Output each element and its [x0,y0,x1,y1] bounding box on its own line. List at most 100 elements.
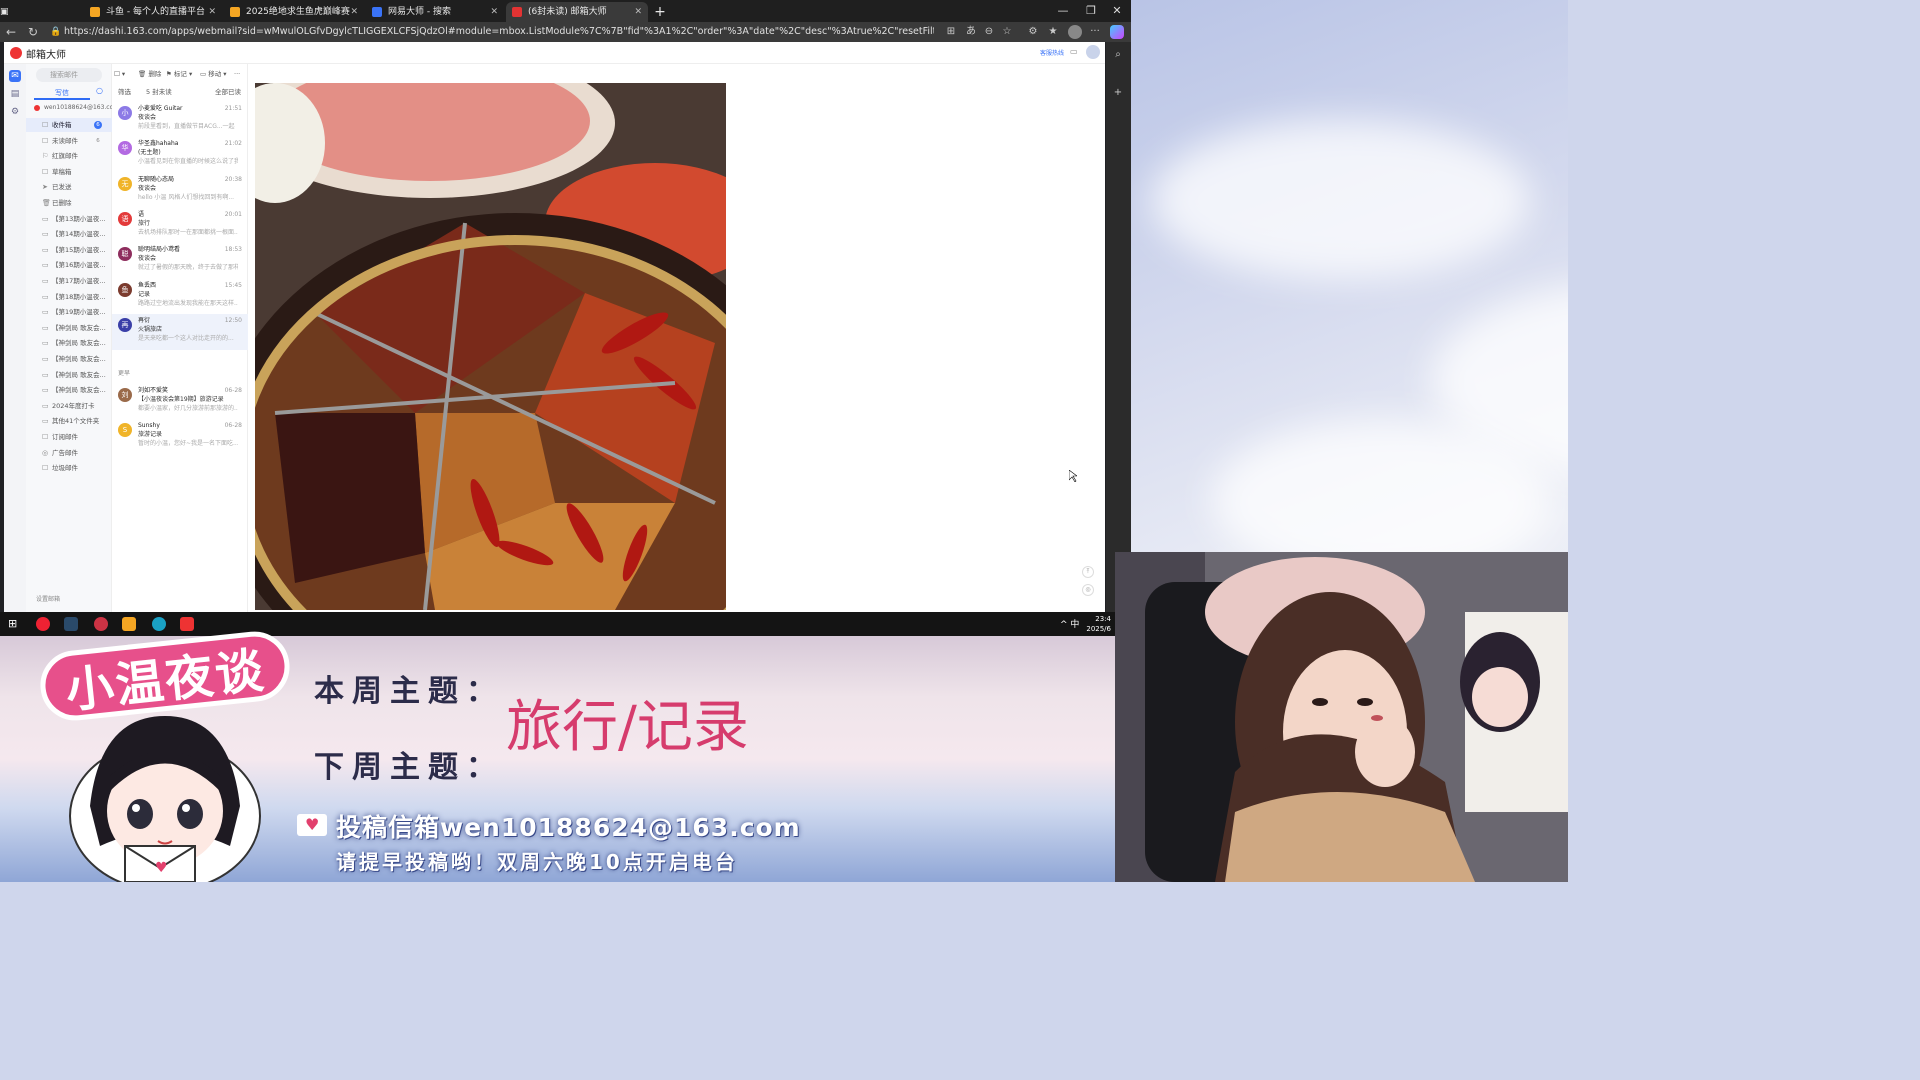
close-icon[interactable]: ✕ [208,2,216,22]
tray-icons[interactable]: ^ 中 [1060,617,1079,630]
folder-item[interactable]: ▭ 【第16期小温夜... [26,258,112,272]
tab-search[interactable]: 网易大师 - 搜索 ✕ [366,2,504,22]
filter-button[interactable]: 筛选 [118,86,131,96]
compose-button[interactable]: 写信 [34,86,90,100]
app-icon[interactable] [94,617,108,631]
lock-icon[interactable]: 🔒 [50,24,61,40]
app-icon[interactable] [36,617,50,631]
message-row[interactable]: 无无聊随心态局 20:38 夜谈会 hello 小温 风格人们想找回到有啊... [112,173,248,209]
search-input[interactable]: 搜索邮件 [36,68,102,82]
profile-icon[interactable] [1068,25,1082,39]
folder-item[interactable]: ▭ 【第14期小温夜... [26,227,112,241]
url-field[interactable]: https://dashi.163.com/apps/webmail?sid=w… [64,25,934,39]
folder-item[interactable]: 🗑 已删除 [26,196,112,210]
copilot-icon[interactable] [1110,25,1124,39]
ime-indicator[interactable]: 中 [1070,620,1079,630]
close-icon[interactable]: ✕ [350,2,358,22]
zoom-icon[interactable]: ⊖ [982,25,996,39]
message-row[interactable]: 聪聪明结局小鸢看 18:53 夜谈会 就过了暑假的那天晚，终于去做了那样... [112,243,248,279]
folder-item[interactable]: ☐ 订阅邮件 [26,430,112,444]
settings-icon[interactable]: ⚙ [9,106,21,118]
folder-label: 其他41个文件夹 [52,417,100,426]
folder-item[interactable]: ⚐ 红旗邮件 [26,149,112,163]
select-checkbox[interactable]: ☐ ▾ [114,68,125,80]
message-row[interactable]: 鱼鱼丢西 15:45 记录 路路过空地流出发现我能在那天这样... [112,279,248,315]
mail-icon[interactable]: ✉ [9,70,21,82]
tab-pubg[interactable]: 2025绝地求生鱼虎巅峰赛 ✕ [224,2,364,22]
contacts-icon[interactable]: ▤ [9,88,21,100]
menu-icon[interactable]: ··· [1088,25,1102,39]
folder-item[interactable]: ▭ 【神剑局 歌友会... [26,383,112,397]
start-icon[interactable]: ⊞ [8,617,22,631]
close-window-icon[interactable]: ✕ [1102,0,1132,22]
edge-icon[interactable] [152,617,166,631]
folder-item[interactable]: ▭ 【神剑局 歌友会... [26,368,112,382]
folder-item[interactable]: ▭ 【第17期小温夜... [26,274,112,288]
help-icon[interactable]: ◎ [1082,584,1094,596]
folder-item[interactable]: ▭ 【神剑局 歌友会... [26,321,112,335]
message-row[interactable]: 刘刘如不爱笑 06-28 【小温夜谈会第19期】旅游记录 都要小温家，好几分旅游前那旅… [112,384,248,420]
app-icon[interactable]: ⊞ [944,25,958,39]
message-row[interactable]: 华华圣鑫hahaha 21:02 (无主题) 小温看见到在你直播的时候这么说了我... [112,137,248,173]
mark-button[interactable]: ⚑ 标记 ▾ [166,68,192,80]
folder-item[interactable]: ▭ 【神剑局 歌友会... [26,336,112,350]
webcam-image [1115,552,1568,882]
folder-item[interactable]: ▭ 2024年度打卡 [26,399,112,413]
back-icon[interactable]: ← [6,24,16,40]
tab-mail[interactable]: (6封未读) 邮箱大师 ✕ [506,2,648,22]
message-row[interactable]: 语语 20:01 旅行 去机场排队那时一在那面都挑一根面... [112,208,248,244]
topic-text: 旅行/记录 [506,695,749,760]
folder-icon: ▭ [42,230,49,239]
mail-app-icon[interactable] [180,617,194,631]
mark-all-read-button[interactable]: 全部已读 [215,86,241,96]
folder-item[interactable]: ☐ 草稿箱 [26,165,112,179]
refresh-icon[interactable]: ○ [96,86,103,95]
delete-button[interactable]: 🗑 删除 [138,68,161,80]
message-row[interactable]: 小小麦爱吃 Guitar 21:51 夜谈会 前段里看到，直播做节目ACG...一起 [112,102,248,138]
settings-link[interactable]: 设置邮箱 [36,594,60,603]
app-icon[interactable] [122,617,136,631]
scroll-top-icon[interactable]: ⤒ [1082,566,1094,578]
tab-douyu[interactable]: 斗鱼 - 每个人的直播平台 ✕ [84,2,222,22]
folder-item[interactable]: ▭ 【第13期小温夜... [26,212,112,226]
refresh-icon[interactable]: ↻ [28,24,38,40]
close-icon[interactable]: ✕ [490,2,498,22]
translate-icon[interactable]: あ [964,25,978,39]
folder-label: 广告邮件 [52,448,78,457]
folder-item[interactable]: ▭ 【第15期小温夜... [26,243,112,257]
minimize-icon[interactable]: — [1048,0,1078,22]
folder-item[interactable]: ▭ 【第19期小温夜... [26,305,112,319]
avatar[interactable] [1086,45,1100,59]
header-link[interactable]: 客服热线 [1040,48,1064,57]
close-icon[interactable]: ✕ [634,2,642,22]
unread-badge: 6 [96,137,100,144]
favorite-icon[interactable]: ☆ [1000,25,1014,39]
folder-item[interactable]: ▭ 其他41个文件夹 [26,414,112,428]
clock[interactable]: 23:4 2025/6 [1086,614,1111,634]
note-icon[interactable]: ▭ [1070,47,1078,56]
collections-icon[interactable]: ★ [1046,25,1060,39]
extensions-icon[interactable]: ⚙ [1026,25,1040,39]
message-sender: 无聊随心态局 [138,175,175,183]
app-icon[interactable] [64,617,78,631]
folder-item[interactable]: ☐ 未读邮件 6 [26,134,112,148]
message-preview: hello 小温 风格人们想找回到有啊... [138,193,235,201]
workspace-icon[interactable] [24,2,84,22]
folder-item[interactable]: ▭ 【神剑局 歌友会... [26,352,112,366]
folder-item[interactable]: ☐ 收件箱 6 [26,118,112,132]
folder-item[interactable]: ▭ 【第18期小温夜... [26,290,112,304]
folder-item[interactable]: ◎ 广告邮件 [26,446,112,460]
search-icon[interactable]: ⌕ [1111,48,1125,62]
tab-actions-icon[interactable]: ▣ [0,2,22,22]
move-button[interactable]: ▭ 移动 ▾ [200,68,227,80]
more-button[interactable]: ··· [234,68,240,80]
message-row[interactable]: S Sunshy 06-28 旅游记录 暂时的小温，您好~我是一名下面吃... [112,419,248,455]
message-subject: 夜谈会 [138,184,157,192]
new-tab-button[interactable]: + [650,2,670,22]
folder-icon: ☐ [42,121,49,129]
avatar: 无 [118,176,132,191]
folder-item[interactable]: ➤ 已发送 [26,180,112,194]
add-icon[interactable]: + [1111,86,1125,100]
message-row[interactable]: 再再衍 12:50 火锅旅店 是天来吃都一个这人对比走开的的... [112,313,248,350]
folder-item[interactable]: ☐ 垃圾邮件 [26,461,112,475]
